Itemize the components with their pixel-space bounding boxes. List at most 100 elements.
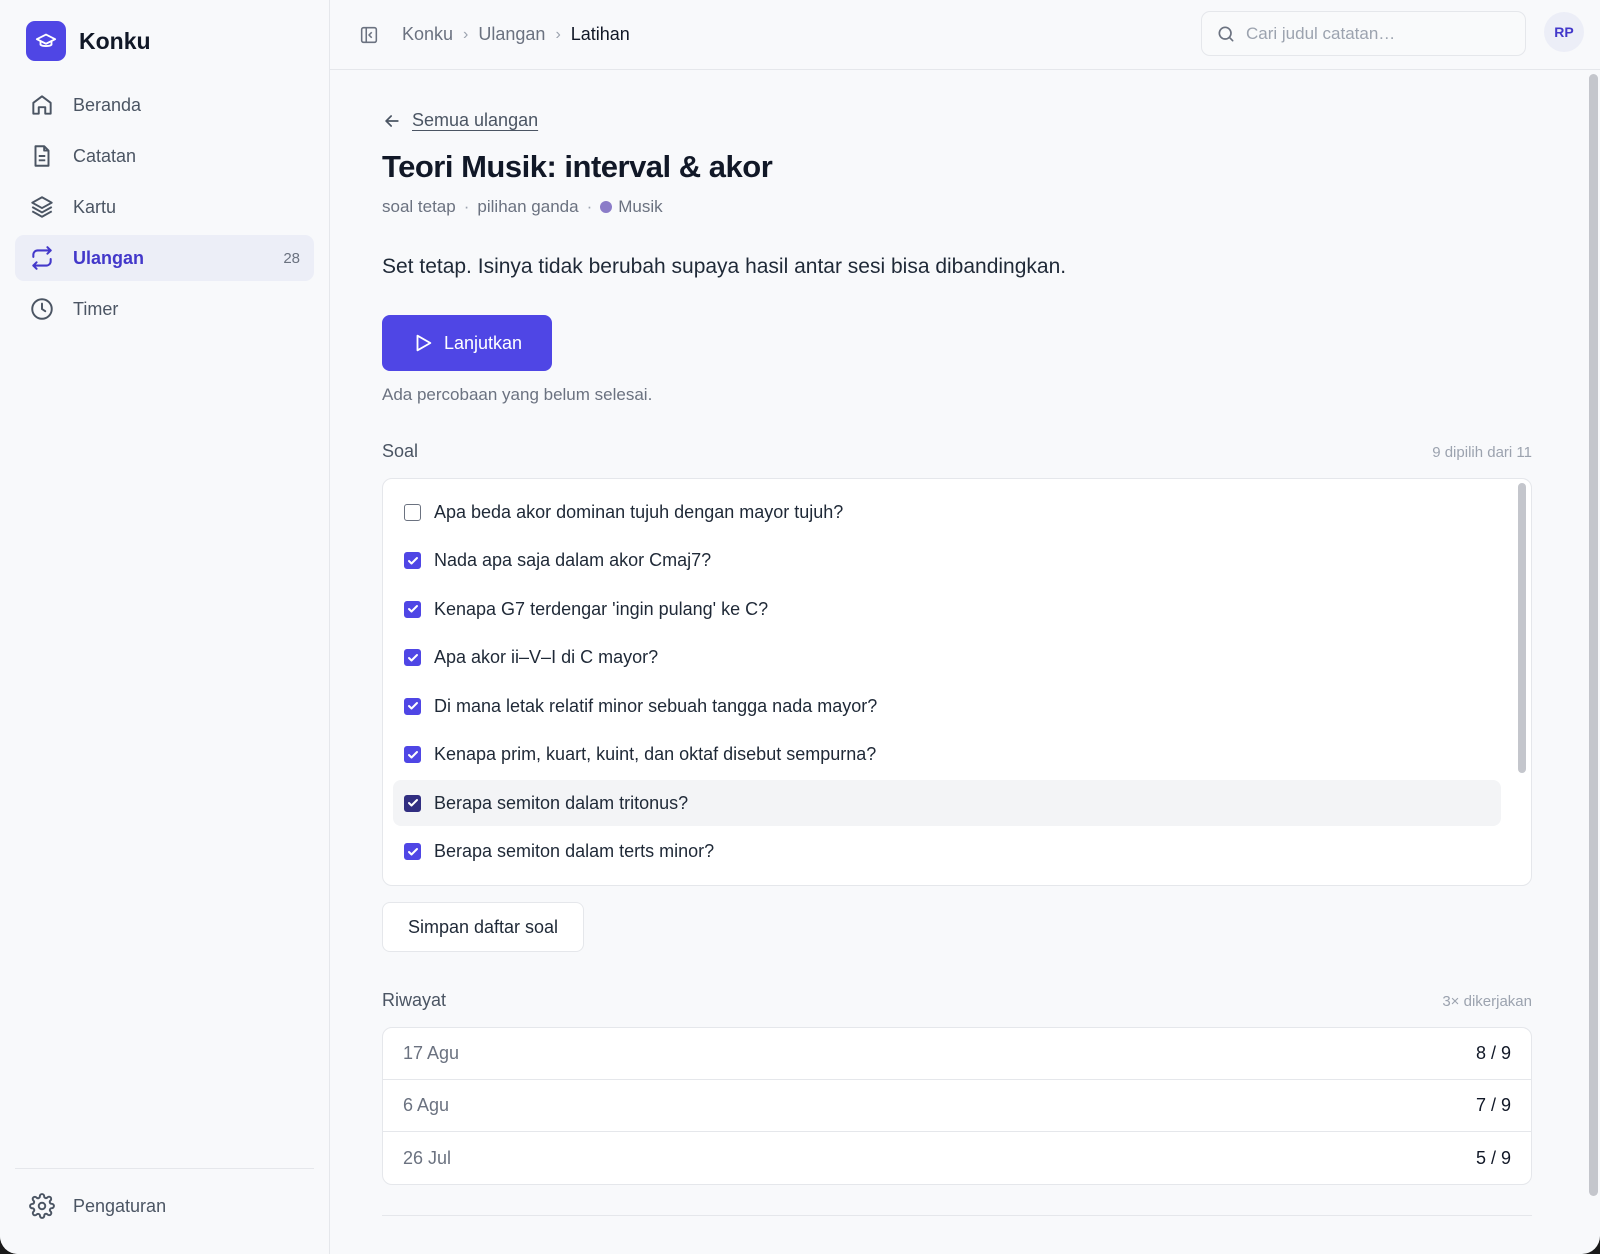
breadcrumb-item[interactable]: Ulangan (478, 24, 545, 45)
main-area: Konku › Ulangan › Latihan RP Semua ulang… (330, 0, 1600, 1254)
brand[interactable]: Konku (0, 0, 329, 82)
arrow-left-icon (385, 114, 399, 127)
sidebar-nav: Beranda Catatan Kartu Ulangan 28 Timer (0, 82, 329, 332)
question-item[interactable]: Apa beda akor dominan tujuh dengan mayor… (393, 489, 1501, 535)
history-title: Riwayat (382, 990, 447, 1010)
page-title: Teori Musik: interval & akor (382, 149, 773, 184)
save-questions-button[interactable]: Simpan daftar soal (382, 902, 584, 952)
repeat-icon (32, 246, 52, 270)
divider (382, 1215, 1532, 1216)
chevron-right-icon: › (463, 25, 469, 43)
question-text: Berapa semiton dalam terts minor? (434, 841, 715, 861)
continue-button-label: Lanjutkan (443, 332, 523, 353)
sidebar-item-catatan[interactable]: Catatan (15, 133, 314, 179)
question-item[interactable]: Apa akor ii–V–I di C mayor? (393, 635, 1501, 681)
history-date: 17 Agu (403, 1043, 460, 1063)
question-checkbox[interactable] (404, 649, 421, 666)
history-summary: 3× dikerjakan (1442, 993, 1532, 1010)
sidebar-item-label: Timer (73, 298, 119, 319)
check-icon (407, 702, 418, 710)
search-icon (1218, 26, 1234, 42)
history-score: 7 / 9 (1475, 1095, 1511, 1115)
page-content: Semua ulangan Teori Musik: interval & ak… (382, 70, 1532, 1216)
history-row[interactable]: 17 Agu 8 / 9 (383, 1028, 1531, 1080)
sidebar-item-label: Catatan (73, 145, 137, 166)
sidebar-item-timer[interactable]: Timer (15, 286, 314, 332)
question-text: Kenapa G7 terdengar 'ingin pulang' ke C? (434, 598, 769, 619)
continue-note: Ada percobaan yang belum selesai. (382, 385, 653, 404)
sidebar-footer: Pengaturan (15, 1168, 314, 1234)
sidebar-toggle-icon[interactable] (358, 24, 380, 46)
sidebar-item-beranda[interactable]: Beranda (15, 82, 314, 128)
search-input[interactable] (1246, 23, 1506, 44)
tag-color-dot (600, 201, 613, 213)
quiz-description: Set tetap. Isinya tidak berubah supaya h… (382, 255, 1067, 278)
clock-icon (31, 298, 53, 320)
question-text: Berapa semiton dalam tritonus? (434, 792, 689, 813)
check-icon (407, 653, 418, 661)
check-icon (407, 605, 418, 613)
check-icon (407, 799, 418, 807)
question-checkbox[interactable] (404, 600, 421, 618)
questions-header: Soal 9 dipilih dari 11 (382, 441, 1532, 462)
question-item[interactable]: Di mana letak relatif minor sebuah tangg… (393, 683, 1501, 729)
question-checkbox[interactable] (404, 746, 421, 763)
document-icon (34, 145, 50, 167)
question-item[interactable]: Berapa semiton dalam terts minor? (393, 829, 1501, 875)
question-checkbox[interactable] (404, 697, 421, 715)
question-item[interactable]: Berapa semiton dalam tritonus? (393, 780, 1501, 826)
gear-icon (29, 1193, 55, 1219)
question-list-scrollbar[interactable] (1516, 483, 1528, 879)
question-text: Kenapa prim, kuart, kuint, dan oktaf dis… (434, 744, 877, 764)
question-text: Nada apa saja dalam akor Cmaj7? (434, 550, 712, 570)
sidebar-item-ulangan[interactable]: Ulangan 28 (15, 235, 314, 281)
sidebar-item-pengaturan[interactable]: Pengaturan (15, 1183, 314, 1229)
history-date: 6 Agu (403, 1095, 450, 1115)
continue-button[interactable]: Lanjutkan (382, 315, 552, 371)
question-text: Di mana letak relatif minor sebuah tangg… (434, 695, 878, 716)
meta-separator: · (463, 197, 470, 216)
chevron-right-icon: › (555, 25, 561, 43)
question-list[interactable]: Apa beda akor dominan tujuh dengan mayor… (382, 478, 1532, 886)
play-icon (416, 334, 432, 352)
history-list: 17 Agu 8 / 9 6 Agu 7 / 9 26 Jul 5 / 9 (382, 1027, 1532, 1185)
question-text: Apa beda akor dominan tujuh dengan mayor… (434, 501, 844, 522)
question-text: Apa akor ii–V–I di C mayor? (434, 647, 659, 667)
search-box[interactable] (1201, 11, 1526, 56)
avatar[interactable]: RP (1544, 12, 1584, 52)
history-header: Riwayat 3× dikerjakan (382, 990, 1532, 1011)
question-item[interactable]: Nada apa saja dalam akor Cmaj7? (393, 538, 1501, 584)
question-checkbox[interactable] (404, 794, 421, 812)
questions-title: Soal (382, 441, 419, 461)
breadcrumb-item[interactable]: Konku (402, 24, 453, 45)
scrollbar-thumb[interactable] (1589, 74, 1598, 1196)
quiz-meta: soal tetap · pilihan ganda · Musik (382, 197, 1532, 217)
question-item[interactable]: Kenapa G7 terdengar 'ingin pulang' ke C? (393, 586, 1501, 632)
sidebar: Konku Beranda Catatan Kartu Ulangan 28 T… (0, 0, 330, 1254)
question-checkbox[interactable] (404, 552, 421, 569)
breadcrumb: Konku › Ulangan › Latihan (402, 24, 630, 45)
graduation-cap-icon (26, 21, 66, 61)
layers-icon (31, 196, 53, 218)
page-scrollbar[interactable] (1587, 70, 1600, 1254)
question-item[interactable]: Kenapa prim, kuart, kuint, dan oktaf dis… (393, 732, 1501, 778)
check-icon (407, 847, 418, 855)
app-window: Konku Beranda Catatan Kartu Ulangan 28 T… (0, 0, 1600, 1254)
breadcrumb-current: Latihan (570, 24, 630, 44)
check-icon (407, 750, 418, 758)
back-link[interactable]: Semua ulangan (382, 110, 1532, 131)
history-date: 26 Jul (403, 1147, 452, 1168)
history-row[interactable]: 26 Jul 5 / 9 (383, 1132, 1531, 1184)
sidebar-item-label: Pengaturan (73, 1195, 167, 1216)
back-link-label: Semua ulangan (412, 110, 539, 130)
question-checkbox[interactable] (404, 503, 421, 521)
question-checkbox[interactable] (404, 843, 421, 860)
scrollbar-thumb[interactable] (1518, 483, 1526, 773)
sidebar-item-kartu[interactable]: Kartu (15, 184, 314, 230)
questions-summary: 9 dipilih dari 11 (1432, 444, 1532, 461)
meta-tag: Musik (618, 197, 663, 216)
sidebar-item-label: Beranda (73, 94, 142, 115)
history-score: 5 / 9 (1475, 1147, 1511, 1168)
meta-format: pilihan ganda (477, 197, 579, 216)
history-row[interactable]: 6 Agu 7 / 9 (383, 1080, 1531, 1132)
